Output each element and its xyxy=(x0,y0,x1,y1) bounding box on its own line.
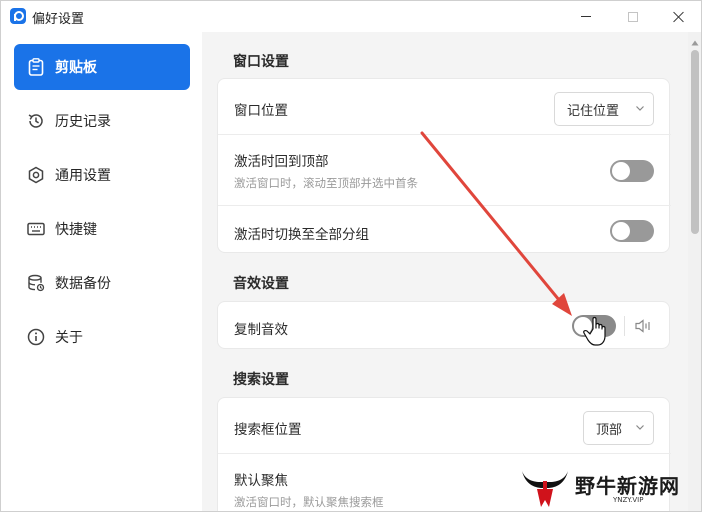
bull-logo-icon xyxy=(522,471,568,507)
window-settings-card: 窗口位置 记住位置 激活时回到顶部 激活窗口时，滚动至顶部并选中首条 激活时切换… xyxy=(217,78,671,254)
scrollbar-thumb[interactable] xyxy=(691,50,699,234)
vertical-scrollbar[interactable] xyxy=(688,32,701,511)
section-title-search: 搜索设置 xyxy=(233,372,289,388)
copy-sound-row: 复制音效 xyxy=(218,302,671,350)
maximize-icon xyxy=(628,11,638,22)
divider xyxy=(624,316,625,336)
sound-settings-card: 复制音效 xyxy=(217,301,670,349)
switch-all-group-row: 激活时切换至全部分组 xyxy=(218,206,671,254)
section-title-sound: 音效设置 xyxy=(233,276,289,292)
sidebar-item-label: 数据备份 xyxy=(55,276,111,292)
toggle-knob xyxy=(612,162,630,180)
chevron-down-icon xyxy=(636,106,644,111)
watermark-subtext: YNZY.VIP xyxy=(613,496,644,504)
minimize-icon xyxy=(581,16,591,17)
history-icon xyxy=(26,111,46,131)
close-icon xyxy=(673,11,685,23)
settings-content: 窗口设置 窗口位置 记住位置 激活时回到顶部 激活窗口时，滚动至顶部并选中首条 … xyxy=(202,32,688,511)
sidebar-item-history[interactable]: 历史记录 xyxy=(14,98,190,144)
sidebar-item-label: 关于 xyxy=(55,330,83,346)
minimize-button[interactable] xyxy=(563,1,609,32)
switch-all-group-label: 激活时切换至全部分组 xyxy=(234,227,369,243)
hexagon-settings-icon xyxy=(26,165,46,185)
sidebar-item-data-backup[interactable]: 数据备份 xyxy=(14,260,190,306)
sidebar-item-label: 通用设置 xyxy=(55,168,111,184)
chevron-down-icon xyxy=(636,425,644,430)
back-to-top-row: 激活时回到顶部 激活窗口时，滚动至顶部并选中首条 xyxy=(218,135,671,205)
sidebar-item-shortcuts[interactable]: 快捷键 xyxy=(14,206,190,252)
sidebar: 剪贴板 历史记录 通用设置 快捷键 数据备份 关于 xyxy=(1,32,202,511)
scroll-up-arrow-icon[interactable] xyxy=(691,40,699,46)
window-position-value: 记住位置 xyxy=(567,103,620,119)
window-position-select[interactable]: 记住位置 xyxy=(554,92,654,126)
sidebar-item-general-settings[interactable]: 通用设置 xyxy=(14,152,190,198)
search-position-value: 顶部 xyxy=(596,422,623,438)
toggle-knob xyxy=(612,222,630,240)
keyboard-icon xyxy=(26,219,46,239)
sidebar-item-label: 快捷键 xyxy=(55,222,97,238)
window-position-label: 窗口位置 xyxy=(234,103,288,119)
watermark: 野牛新游网 YNZY.VIP xyxy=(517,463,701,511)
toggle-knob xyxy=(574,317,592,335)
default-focus-description: 激活窗口时，默认聚焦搜索框 xyxy=(234,495,384,509)
sidebar-item-clipboard[interactable]: 剪贴板 xyxy=(14,44,190,90)
info-icon xyxy=(26,327,46,347)
window-position-row: 窗口位置 记住位置 xyxy=(218,79,671,134)
section-title-window: 窗口设置 xyxy=(233,54,289,70)
search-position-select[interactable]: 顶部 xyxy=(583,411,654,445)
watermark-text: 野牛新游网 xyxy=(575,474,680,498)
back-to-top-description: 激活窗口时，滚动至顶部并选中首条 xyxy=(234,176,418,190)
maximize-button[interactable] xyxy=(610,1,656,32)
copy-sound-label: 复制音效 xyxy=(234,322,288,338)
sidebar-item-about[interactable]: 关于 xyxy=(14,314,190,360)
title-bar: 偏好设置 xyxy=(1,1,701,32)
back-to-top-label: 激活时回到顶部 xyxy=(234,154,329,170)
window-title: 偏好设置 xyxy=(32,12,85,27)
app-logo-icon xyxy=(10,8,26,24)
switch-all-group-toggle[interactable] xyxy=(610,220,654,242)
volume-icon[interactable] xyxy=(635,319,653,333)
sidebar-item-label: 剪贴板 xyxy=(55,60,97,76)
database-icon xyxy=(26,273,46,293)
copy-sound-toggle[interactable] xyxy=(572,315,616,337)
default-focus-label: 默认聚焦 xyxy=(234,473,288,489)
back-to-top-toggle[interactable] xyxy=(610,160,654,182)
search-position-row: 搜索框位置 顶部 xyxy=(218,398,671,453)
search-position-label: 搜索框位置 xyxy=(234,422,302,438)
sidebar-item-label: 历史记录 xyxy=(55,114,111,130)
clipboard-icon xyxy=(26,57,46,77)
close-button[interactable] xyxy=(656,1,701,32)
preferences-window: 偏好设置 剪贴板 历史记录 通用设置 快捷键 数据备份 关于 窗口设置 窗口位置… xyxy=(0,0,702,512)
